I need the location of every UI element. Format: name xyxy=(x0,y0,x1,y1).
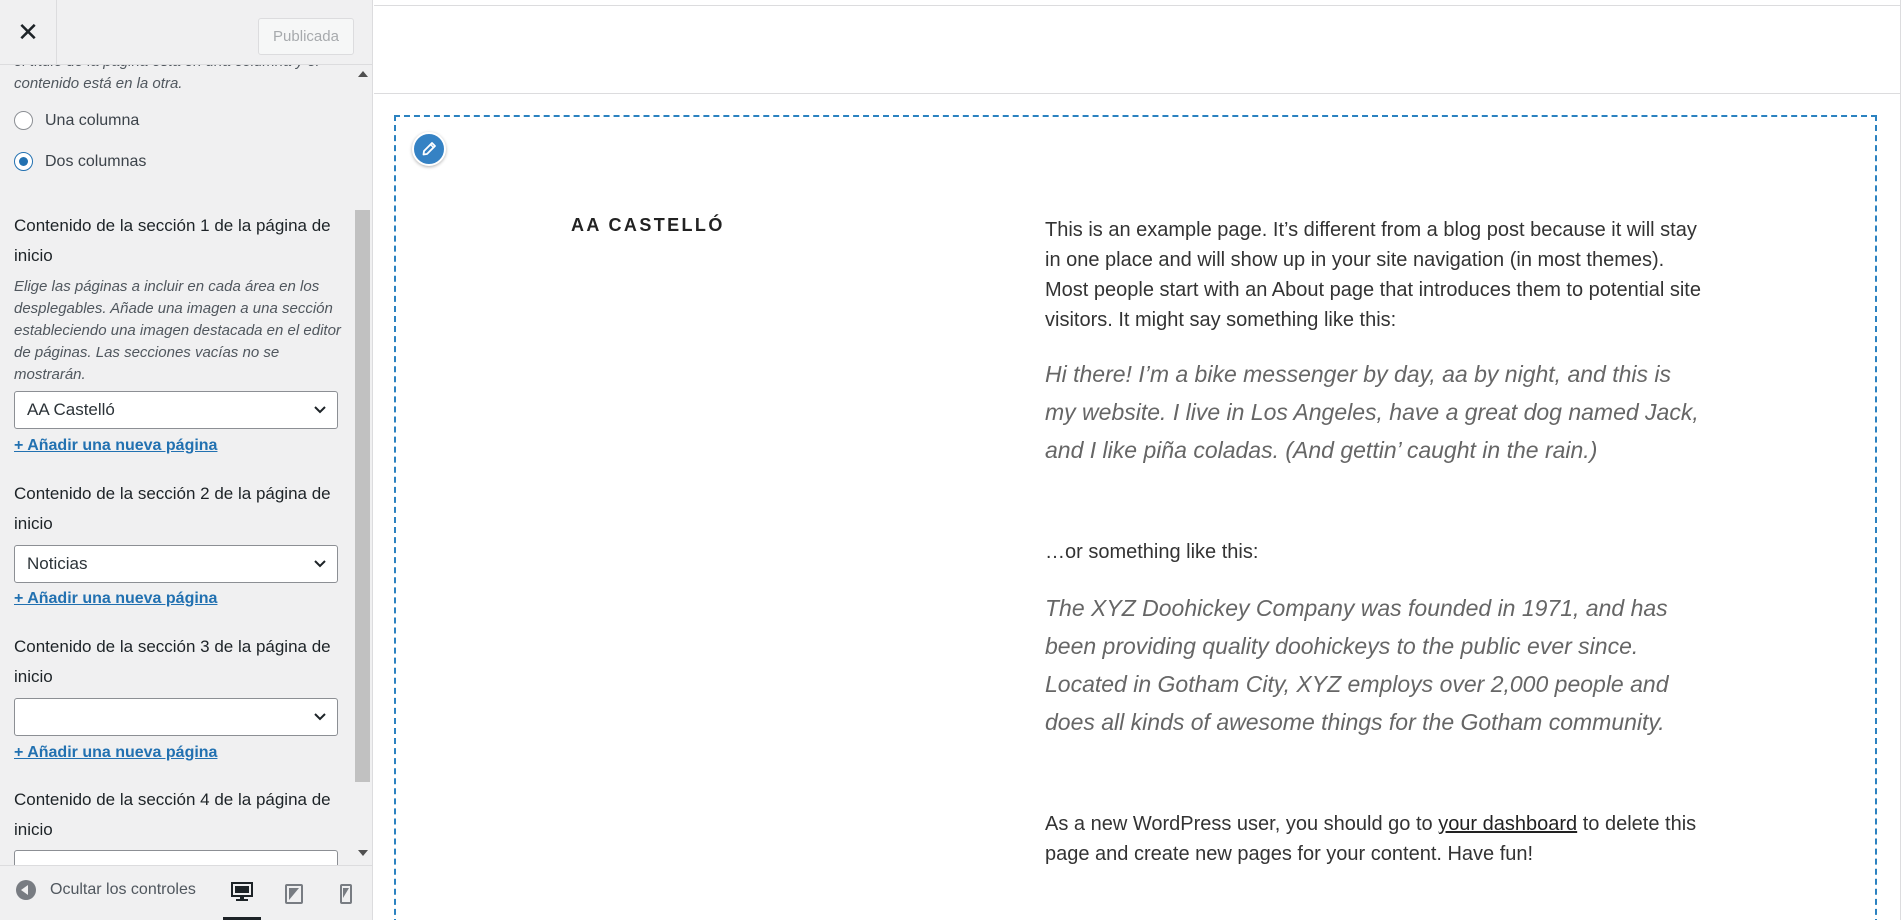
collapse-arrow-icon xyxy=(16,880,36,900)
select-value: Noticias xyxy=(27,554,88,573)
radio-two-columns[interactable]: Dos columnas xyxy=(14,152,146,171)
section-1-title: Contenido de la sección 1 de la página d… xyxy=(14,216,331,265)
chevron-down-icon xyxy=(314,406,326,414)
radio-circle-checked[interactable] xyxy=(14,152,33,171)
section-3-select[interactable] xyxy=(14,698,338,736)
section-1-add-page-link[interactable]: + Añadir una nueva página xyxy=(14,437,217,455)
section-2-add-page-link[interactable]: + Añadir una nueva página xyxy=(14,590,217,608)
select-value: AA Castelló xyxy=(27,400,115,419)
quote-2: The XYZ Doohickey Company was founded in… xyxy=(1045,595,1669,735)
close-button[interactable]: ✕ xyxy=(0,0,57,65)
publish-button[interactable]: Publicada xyxy=(258,18,354,55)
radio-label: Dos columnas xyxy=(45,152,147,170)
customizer-sidebar: ✕ Publicada el título de la página está … xyxy=(0,0,373,920)
intro-paragraph: This is an example page. It’s different … xyxy=(1045,219,1701,331)
sidebar-footer: Ocultar los controles xyxy=(0,865,372,920)
quote-1: Hi there! I’m a bike messenger by day, a… xyxy=(1045,361,1699,463)
outro-paragraph: As a new WordPress user, you should go t… xyxy=(1045,809,1705,869)
scrollbar-thumb[interactable] xyxy=(355,210,370,782)
sidebar-controls: el título de la página está en una colum… xyxy=(0,65,372,865)
section-1-select[interactable]: AA Castelló xyxy=(14,391,338,429)
or-paragraph: …or something like this: xyxy=(1045,541,1259,563)
section-4-select[interactable] xyxy=(14,850,338,865)
close-icon: ✕ xyxy=(17,17,39,47)
section-3-title: Contenido de la sección 3 de la página d… xyxy=(14,637,331,686)
page-title[interactable]: AA CASTELLÓ xyxy=(571,215,725,236)
preview-desktop-button[interactable] xyxy=(223,866,261,920)
preview-tablet-button[interactable] xyxy=(275,866,313,920)
radio-label: Una columna xyxy=(45,111,140,129)
sidebar-header: ✕ Publicada xyxy=(0,0,372,65)
pencil-icon xyxy=(422,142,436,156)
preview-mobile-button[interactable] xyxy=(327,866,365,920)
section-3-add-page-link[interactable]: + Añadir una nueva página xyxy=(14,744,217,762)
dashboard-link[interactable]: your dashboard xyxy=(1438,813,1577,835)
mobile-icon xyxy=(340,883,352,904)
section-1-description: Elige las páginas a incluir en cada área… xyxy=(14,278,341,383)
layout-description: el título de la página está en una colum… xyxy=(14,65,319,92)
chevron-down-icon xyxy=(314,713,326,721)
radio-circle[interactable] xyxy=(14,111,33,130)
chevron-down-icon xyxy=(314,560,326,568)
preview-header-area xyxy=(374,5,1901,94)
radio-one-column[interactable]: Una columna xyxy=(14,111,139,130)
hide-controls-label: Ocultar los controles xyxy=(50,881,196,898)
scroll-down-icon[interactable] xyxy=(358,850,368,856)
edit-section-button[interactable] xyxy=(412,132,446,166)
scroll-up-icon[interactable] xyxy=(358,71,368,77)
section-2-title: Contenido de la sección 2 de la página d… xyxy=(14,484,331,533)
site-preview: AA CASTELLÓ This is an example page. It’… xyxy=(374,0,1901,920)
outro-text-before: As a new WordPress user, you should go t… xyxy=(1045,813,1439,835)
page-content: This is an example page. It’s different … xyxy=(1045,215,1705,869)
section-4-title: Contenido de la sección 4 de la página d… xyxy=(14,790,331,839)
sidebar-scrollbar[interactable] xyxy=(354,65,371,865)
hide-controls-button[interactable]: Ocultar los controles xyxy=(16,880,196,900)
tablet-icon xyxy=(285,883,303,904)
desktop-icon xyxy=(231,881,253,901)
section-2-select[interactable]: Noticias xyxy=(14,545,338,583)
